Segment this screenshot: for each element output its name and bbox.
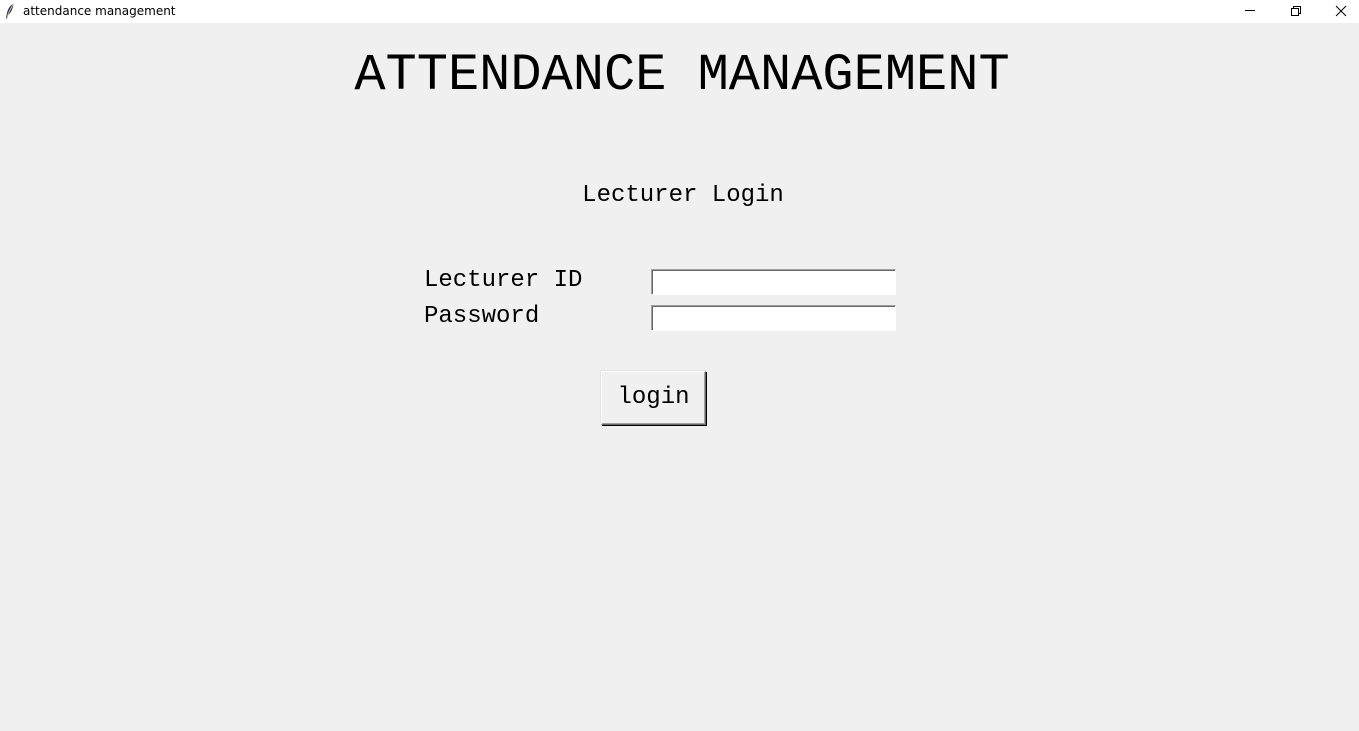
minimize-icon bbox=[1245, 10, 1255, 11]
app-window: attendance management ATTENDANCE MANAGEM… bbox=[0, 0, 1359, 731]
feather-icon bbox=[5, 3, 15, 19]
window-title: attendance management bbox=[23, 4, 176, 18]
title-bar[interactable]: attendance management bbox=[0, 0, 1359, 23]
restore-icon bbox=[1291, 6, 1301, 16]
login-subtitle: Lecturer Login bbox=[582, 182, 784, 209]
close-button[interactable] bbox=[1318, 0, 1359, 23]
lecturer-id-input[interactable] bbox=[651, 269, 896, 295]
password-input[interactable] bbox=[651, 305, 896, 331]
minimize-button[interactable] bbox=[1227, 0, 1273, 23]
page-title: ATTENDANCE MANAGEMENT bbox=[354, 46, 1010, 105]
restore-button[interactable] bbox=[1273, 0, 1319, 23]
close-icon bbox=[1335, 5, 1347, 17]
login-button[interactable]: login bbox=[601, 371, 706, 425]
password-label: Password bbox=[424, 303, 540, 330]
lecturer-id-label: Lecturer ID bbox=[424, 267, 583, 294]
